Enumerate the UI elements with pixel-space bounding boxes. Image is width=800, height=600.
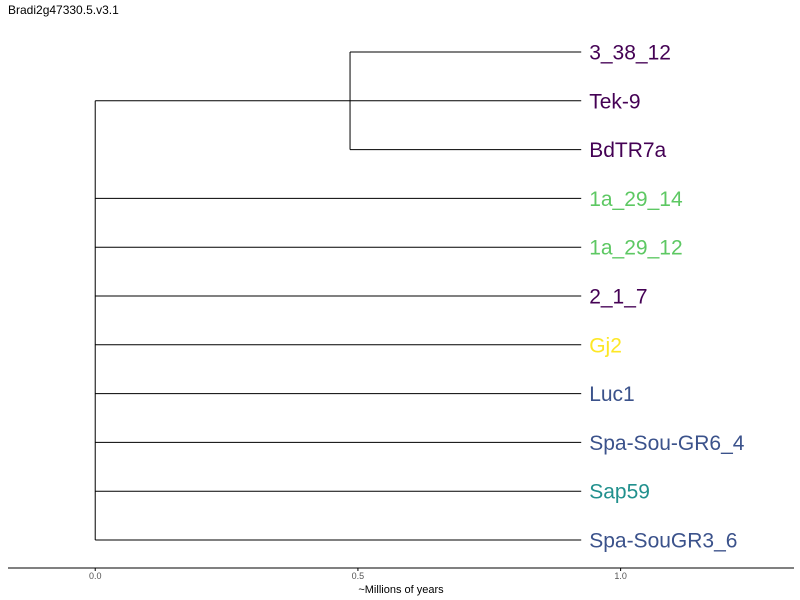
- x-axis: 0.0 0.5 1.0 ~Millions of years: [8, 567, 794, 596]
- leaf-label: Tek-9: [589, 90, 640, 113]
- x-tick-label: 0.5: [352, 571, 365, 581]
- x-axis-title: ~Millions of years: [358, 584, 444, 596]
- leaf-label: 1a_29_14: [589, 188, 683, 211]
- leaf-label: Gj2: [589, 334, 622, 357]
- leaf-label: 1a_29_12: [589, 237, 682, 260]
- leaf-label: Sap59: [589, 481, 650, 504]
- x-tick-label: 0.0: [89, 571, 102, 581]
- x-axis-ticks: 0.0 0.5 1.0: [89, 568, 627, 581]
- leaf-label: Spa-SouGR3_6: [589, 530, 737, 553]
- leaf-label: Luc1: [589, 383, 635, 406]
- branches-layer: [94, 51, 582, 541]
- leaf-label: 2_1_7: [589, 286, 647, 309]
- leaf-label: Spa-Sou-GR6_4: [589, 432, 745, 455]
- x-tick-label: 1.0: [614, 571, 627, 581]
- leaf-label: 3_38_12: [589, 42, 671, 65]
- dendrogram-chart: 3_38_12 Tek-9 BdTR7a 1a_29_14 1a_29_12 2_1_7 G…: [8, 42, 794, 596]
- leaf-labels-layer: 3_38_12 Tek-9 BdTR7a 1a_29_14 1a_29_12 2_1_7 G…: [589, 42, 745, 553]
- leaf-label: BdTR7a: [589, 139, 666, 162]
